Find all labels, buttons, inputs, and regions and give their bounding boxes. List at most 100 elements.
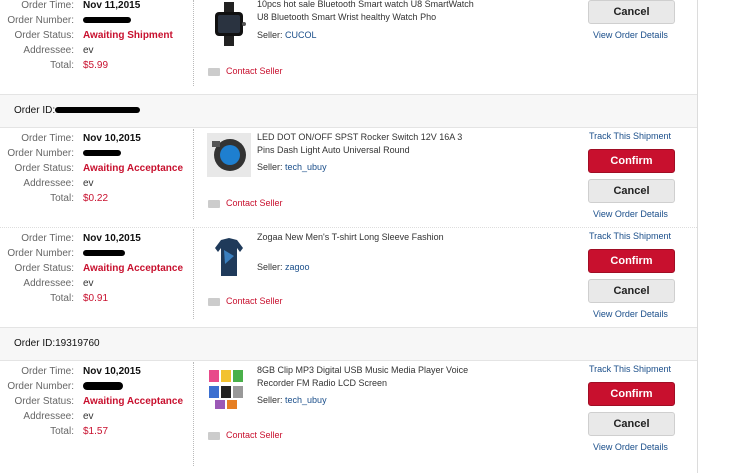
total-label: Total:: [50, 193, 74, 204]
cancel-button[interactable]: Cancel: [588, 179, 675, 203]
envelope-icon: [208, 431, 220, 440]
order-time-label: Order Time:: [21, 133, 74, 144]
smartwatch-image[interactable]: [207, 2, 251, 46]
contact-seller-link[interactable]: Contact Seller: [208, 296, 283, 306]
total-value: $5.99: [83, 60, 109, 71]
seller-label: Seller:: [257, 262, 283, 272]
order-number-label: Order Number:: [7, 381, 74, 392]
redacted-order-number: [83, 382, 123, 390]
contact-seller-label: Contact Seller: [226, 296, 283, 306]
contact-seller-label: Contact Seller: [226, 66, 283, 76]
order-status-label: Order Status:: [14, 263, 74, 274]
column-divider: [193, 229, 194, 319]
seller-link[interactable]: tech_ubuy: [285, 395, 327, 405]
mp3-player-image[interactable]: [207, 366, 251, 410]
cancel-button[interactable]: Cancel: [588, 0, 675, 24]
seller-label: Seller:: [257, 30, 283, 40]
seller-line: Seller: tech_ubuy: [257, 162, 327, 172]
total-label: Total:: [50, 293, 74, 304]
product-title-link[interactable]: Zogaa New Men's T-shirt Long Sleeve Fash…: [257, 231, 477, 244]
confirm-button[interactable]: Confirm: [588, 382, 675, 406]
addressee-label: Addressee:: [23, 278, 74, 289]
order-status-value: Awaiting Shipment: [83, 30, 173, 41]
addressee-value: ev: [83, 411, 94, 422]
order-time-value: Nov 11,2015: [83, 0, 141, 11]
seller-link[interactable]: CUCOL: [285, 30, 317, 40]
view-order-details-link[interactable]: View Order Details: [593, 309, 668, 319]
product-title-link[interactable]: LED DOT ON/OFF SPST Rocker Switch 12V 16…: [257, 131, 477, 157]
order-number-label: Order Number:: [7, 148, 74, 159]
cancel-button[interactable]: Cancel: [588, 412, 675, 436]
total-value: $0.91: [83, 293, 109, 304]
order-header: Order ID:: [0, 94, 697, 128]
column-divider: [193, 0, 194, 86]
rocker-switch-image[interactable]: [207, 133, 251, 177]
contact-seller-link[interactable]: Contact Seller: [208, 430, 283, 440]
order-time-value: Nov 10,2015: [83, 233, 141, 244]
product-title-link[interactable]: 10pcs hot sale Bluetooth Smart watch U8 …: [257, 0, 477, 24]
addressee-label: Addressee:: [23, 178, 74, 189]
seller-line: Seller: zagoo: [257, 262, 310, 272]
total-label: Total:: [50, 426, 74, 437]
order-item: Order Time: Nov 10,2015 Order Number: Or…: [0, 127, 697, 227]
order-header: Order ID:19319760: [0, 327, 697, 361]
order-time-value: Nov 10,2015: [83, 133, 141, 144]
order-item: Order Time: Nov 10,2015 Order Number: Or…: [0, 360, 697, 473]
order-status-value: Awaiting Acceptance: [83, 163, 184, 174]
track-shipment-link[interactable]: Track This Shipment: [589, 131, 671, 141]
confirm-button[interactable]: Confirm: [588, 149, 675, 173]
orders-list: Order Time: Nov 11,2015 Order Number: Or…: [0, 0, 698, 473]
order-item: Order Time: Nov 11,2015 Order Number: Or…: [0, 0, 697, 94]
envelope-icon: [208, 67, 220, 76]
column-divider: [193, 129, 194, 219]
order-status-label: Order Status:: [14, 163, 74, 174]
order-time-label: Order Time:: [21, 366, 74, 377]
total-value: $0.22: [83, 193, 109, 204]
order-time-label: Order Time:: [21, 233, 74, 244]
order-status-label: Order Status:: [14, 30, 74, 41]
cancel-button[interactable]: Cancel: [588, 279, 675, 303]
addressee-label: Addressee:: [23, 411, 74, 422]
contact-seller-label: Contact Seller: [226, 198, 283, 208]
redacted-order-number: [83, 150, 121, 156]
order-item: Order Time: Nov 10,2015 Order Number: Or…: [0, 227, 697, 327]
contact-seller-link[interactable]: Contact Seller: [208, 198, 283, 208]
seller-line: Seller: CUCOL: [257, 30, 317, 40]
addressee-value: ev: [83, 178, 94, 189]
product-title-link[interactable]: 8GB Clip MP3 Digital USB Music Media Pla…: [257, 364, 477, 390]
contact-seller-label: Contact Seller: [226, 430, 283, 440]
seller-line: Seller: tech_ubuy: [257, 395, 327, 405]
tshirt-image[interactable]: [207, 234, 251, 278]
order-number-label: Order Number:: [7, 15, 74, 26]
envelope-icon: [208, 199, 220, 208]
view-order-details-link[interactable]: View Order Details: [593, 209, 668, 219]
redacted-order-id: [55, 107, 140, 113]
redacted-order-number: [83, 17, 131, 23]
contact-seller-link[interactable]: Contact Seller: [208, 66, 283, 76]
total-value: $1.57: [83, 426, 109, 437]
order-time-label: Order Time:: [21, 0, 74, 11]
column-divider: [193, 362, 194, 466]
total-label: Total:: [50, 60, 74, 71]
envelope-icon: [208, 297, 220, 306]
view-order-details-link[interactable]: View Order Details: [593, 30, 668, 40]
track-shipment-link[interactable]: Track This Shipment: [589, 364, 671, 374]
seller-link[interactable]: tech_ubuy: [285, 162, 327, 172]
order-time-value: Nov 10,2015: [83, 366, 141, 377]
addressee-value: ev: [83, 278, 94, 289]
seller-label: Seller:: [257, 162, 283, 172]
order-id-label: Order ID:: [14, 105, 56, 116]
track-shipment-link[interactable]: Track This Shipment: [589, 231, 671, 241]
view-order-details-link[interactable]: View Order Details: [593, 442, 668, 452]
order-number-label: Order Number:: [7, 248, 74, 259]
order-status-value: Awaiting Acceptance: [83, 396, 184, 407]
seller-link[interactable]: zagoo: [285, 262, 310, 272]
order-status-label: Order Status:: [14, 396, 74, 407]
order-status-value: Awaiting Acceptance: [83, 263, 184, 274]
redacted-order-number: [83, 250, 125, 256]
seller-label: Seller:: [257, 395, 283, 405]
addressee-label: Addressee:: [23, 45, 74, 56]
confirm-button[interactable]: Confirm: [588, 249, 675, 273]
order-id-label: Order ID:19319760: [14, 338, 100, 349]
addressee-value: ev: [83, 45, 94, 56]
